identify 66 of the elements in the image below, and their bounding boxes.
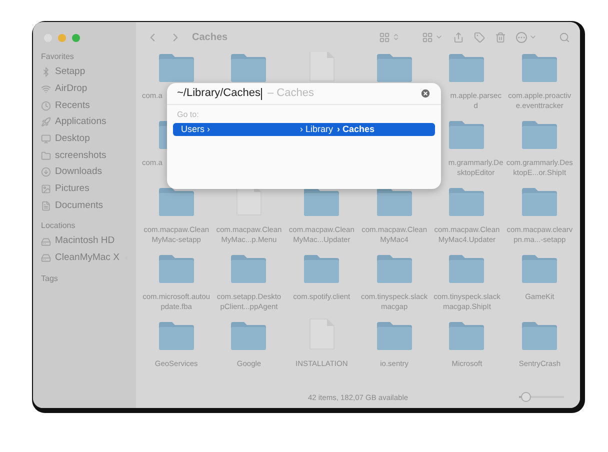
sidebar-item[interactable]: Pictures [41,180,128,198]
chevrons-icon[interactable] [392,33,400,41]
chevron-down-icon[interactable] [529,33,537,41]
clock-icon [41,100,51,111]
sidebar-item[interactable]: Setapp [41,64,128,81]
path-result[interactable]: Users › › Library › Caches [173,123,435,136]
folder-icon [376,320,412,350]
sidebar-item[interactable]: Recents [41,97,128,114]
sidebar-heading: Favorites [41,51,75,63]
download-icon [41,167,51,178]
trash-icon[interactable] [495,32,506,42]
picture-icon [41,184,51,194]
folder-icon [158,52,194,82]
folder-icon [449,320,484,350]
folder-icon [304,253,340,283]
folder-icon [158,320,194,350]
rocket-icon [41,117,51,128]
share-icon[interactable] [453,32,464,42]
folder-icon [376,253,412,283]
folder-icon [522,320,558,350]
sidebar-item[interactable]: Macintosh HD [41,233,128,250]
search-icon[interactable] [559,32,570,42]
folder-icon [522,52,558,82]
folder-icon [522,119,558,149]
path-label: Users › [181,122,210,136]
sidebar-item[interactable]: Desktop [41,130,128,148]
section-label: Go to: [176,109,200,121]
tag-icon[interactable] [474,32,485,42]
zoom-window-button[interactable] [72,34,80,42]
folder-icon [522,186,558,216]
folder-icon [41,150,51,161]
grid-view-icon[interactable] [379,32,390,42]
chevron-down-icon[interactable] [435,33,443,41]
sidebar-item[interactable]: AirDrop [41,80,128,98]
folder-icon [231,253,266,283]
path-label: › Library [300,122,334,136]
folder-icon [376,186,412,216]
folder-icon [231,52,266,82]
window-title: Caches [192,30,228,44]
folder-icon [449,186,484,216]
monitor-icon [41,134,51,144]
minimize-window-button[interactable] [58,34,66,42]
folder-icon [158,186,194,216]
sidebar-item[interactable]: Applications [41,114,128,131]
bluetooth-icon [41,67,51,78]
folder-icon [449,119,484,149]
document-icon [308,52,335,82]
group-icon[interactable] [422,32,433,42]
sidebar-item[interactable]: Documents [41,198,128,214]
more-icon[interactable] [516,32,527,42]
folder-icon [522,253,558,283]
folder-icon [376,52,412,82]
folder-icon [304,186,340,216]
document-icon [41,200,51,211]
sidebar-item[interactable]: CleanMyMac X [41,250,128,267]
clear-icon[interactable] [420,88,431,99]
folder-icon [231,320,266,350]
path-input[interactable]: ~/Library/Caches – Caches [177,85,420,102]
folder-icon [449,52,484,82]
sidebar-item[interactable]: Downloads [41,164,128,181]
sidebar-heading: Locations [41,220,76,232]
folder-icon [449,253,484,283]
folder-icon [158,253,194,283]
sidebar-item[interactable]: screenshots [41,147,128,164]
path-label: › Caches [337,122,375,136]
sidebar-heading: Tags [41,272,59,285]
